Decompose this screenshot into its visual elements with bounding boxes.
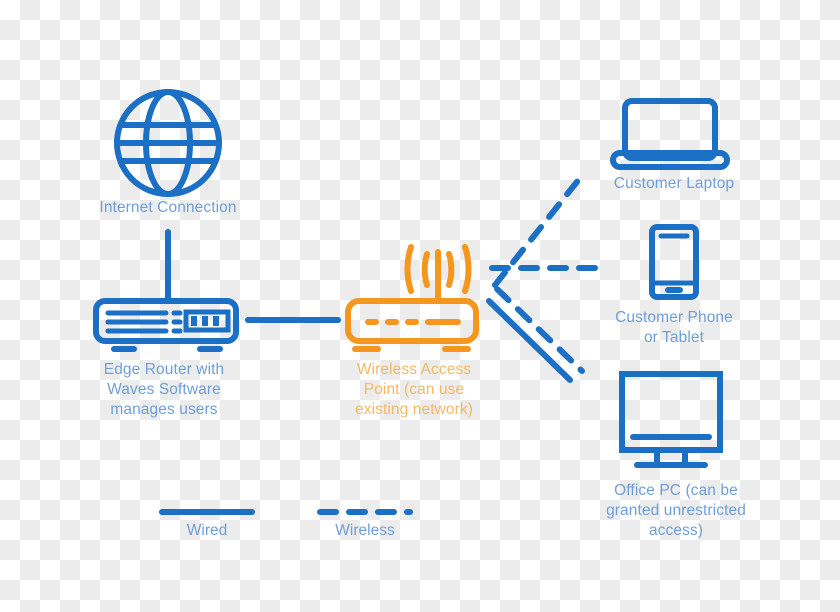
label-office-pc: Office PC (can be granted unrestricted a… xyxy=(606,482,746,539)
laptop-icon xyxy=(610,98,730,170)
network-diagram: Internet Connection Edge Router with Wav… xyxy=(0,0,840,612)
label-internet-connection: Internet Connection xyxy=(99,199,237,216)
label-wireless-access-point: Wireless Access Point (can use existing … xyxy=(355,361,473,418)
connection-wap-to-office-pc-wired xyxy=(486,298,573,383)
label-customer-laptop: Customer Laptop xyxy=(613,175,735,192)
router-icon xyxy=(93,298,239,352)
label-customer-phone: Customer Phone or Tablet xyxy=(615,309,733,346)
label-edge-router: Edge Router with Waves Software manages … xyxy=(103,361,225,418)
connection-wap-to-office-pc-wireless xyxy=(494,286,585,374)
wireless-access-point-icon xyxy=(345,244,479,352)
antenna-icon xyxy=(404,244,472,303)
legend-label-wired: Wired xyxy=(186,522,228,539)
desktop-monitor-icon xyxy=(619,371,723,468)
legend-label-wireless: Wireless xyxy=(335,522,395,539)
smartphone-icon xyxy=(649,224,699,300)
globe-icon xyxy=(114,89,222,197)
